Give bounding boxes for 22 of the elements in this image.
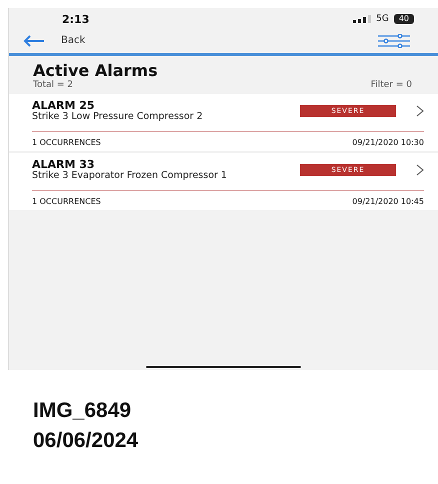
page-title: Active Alarms	[33, 62, 159, 80]
alarm-description: Strike 3 Low Pressure Compressor 2	[32, 112, 204, 122]
occurrence-count: 1 OCCURRENCES	[32, 197, 101, 206]
filter-count: Filter = 0	[370, 80, 412, 90]
status-time: 2:13	[62, 12, 90, 26]
alarm-timestamp: 09/21/2020 10:45	[352, 197, 424, 206]
alarm-timestamp: 09/21/2020 10:30	[352, 138, 424, 147]
alarm-name: ALARM 33	[32, 159, 96, 171]
alarm-name: ALARM 25	[32, 100, 96, 112]
total-count: Total = 2	[33, 80, 74, 90]
image-filename: IMG_6849	[33, 398, 132, 424]
filter-sliders-icon[interactable]	[378, 34, 410, 48]
back-arrow-icon	[23, 34, 45, 46]
battery-indicator: 40	[394, 14, 414, 24]
signal-icon	[353, 15, 372, 23]
chevron-right-icon[interactable]	[416, 164, 424, 176]
occurrence-count: 1 OCCURRENCES	[32, 138, 101, 147]
network-label: 5G	[376, 14, 389, 24]
alarm-description: Strike 3 Evaporator Frozen Compressor 1	[32, 171, 228, 181]
back-button[interactable]: Back	[23, 34, 86, 46]
chevron-right-icon[interactable]	[416, 105, 424, 117]
image-date: 06/06/2024	[33, 428, 140, 454]
